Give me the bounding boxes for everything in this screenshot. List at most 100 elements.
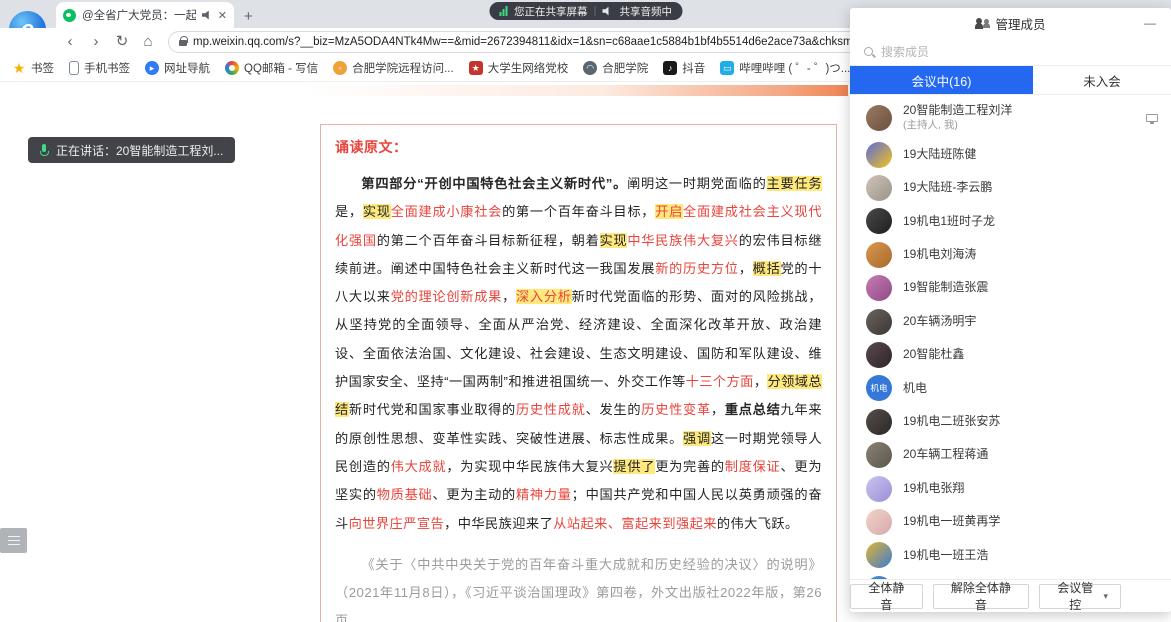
bookmark-favicon-icon: ◦	[333, 61, 347, 75]
url-text: mp.weixin.qq.com/s?__biz=MzA5ODA4NTk4Mw=…	[193, 36, 958, 48]
member-list: 20智能制造工程刘洋(主持人, 我) 19大陆班陈健 19大陆班-李云鹏 19机电1班…	[850, 95, 1171, 579]
search-icon	[864, 47, 873, 56]
member-name-block: 19机电刘海涛	[903, 247, 976, 263]
member-name: 19机电张翔	[903, 481, 964, 497]
unmute-all-button[interactable]: 解除全体静音	[933, 584, 1029, 609]
member-name: 19智能制造张震	[903, 280, 988, 296]
new-tab-button[interactable]: +	[244, 9, 253, 24]
bookmark-item[interactable]: ◦ 合肥学院远程访问...	[333, 60, 454, 76]
member-row[interactable]: 20车辆汤明宇	[850, 305, 1171, 338]
member-row[interactable]: 19机电1班时子龙	[850, 205, 1171, 238]
home-icon[interactable]: ⌂	[136, 30, 160, 54]
avatar	[866, 105, 892, 131]
back-icon[interactable]: ‹	[58, 30, 82, 54]
member-role: (主持人, 我)	[903, 119, 1012, 133]
speaking-toast-text: 正在讲话：20智能制造工程刘...	[56, 142, 223, 159]
member-row[interactable]: 20智能制造工程刘洋(主持人, 我)	[850, 98, 1171, 138]
bookmark-favicon-icon: ♪	[663, 61, 677, 75]
member-name: 20车辆工程蒋通	[903, 447, 988, 463]
member-row[interactable]: 20智能杜鑫	[850, 338, 1171, 371]
bookmark-favicon-icon: ★	[12, 61, 26, 75]
article-body: 第四部分“开创中国特色社会主义新时代”。阐明这一时期党面临的主要任务是，实现全面…	[335, 170, 822, 622]
member-row[interactable]: 19机电二班张安苏	[850, 405, 1171, 438]
member-name: 19机电一班王浩	[903, 548, 988, 564]
forward-icon[interactable]: ›	[84, 30, 108, 54]
signal-bars-icon	[499, 6, 507, 16]
manage-members-panel: 管理成员 — 会议中(16) 未入会 20智能制造工程刘洋(主持人, 我) 19大…	[850, 8, 1171, 612]
member-name-block: 19机电一班黄再学	[903, 514, 1000, 530]
bookmark-label: 抖音	[682, 60, 705, 76]
bookmark-label: QQ邮箱 - 写信	[244, 60, 318, 76]
member-name-block: 20车辆汤明宇	[903, 314, 976, 330]
member-row[interactable]: 19大陆班-李云鹏	[850, 171, 1171, 204]
meeting-controls-button[interactable]: 会议管控 ▾	[1039, 584, 1121, 609]
minimize-icon[interactable]: —	[1137, 8, 1163, 38]
sidebar-toggle-button[interactable]	[0, 528, 27, 553]
member-row[interactable]: 19大陆班陈健	[850, 138, 1171, 171]
bookmark-item[interactable]: ◠合肥学院	[583, 60, 648, 76]
member-name-block: 20智能杜鑫	[903, 347, 964, 363]
article-reading-label: 诵读原文：	[335, 137, 822, 157]
avatar	[866, 409, 892, 435]
lock-icon	[179, 40, 187, 46]
tab-in-meeting[interactable]: 会议中(16)	[850, 66, 1033, 94]
member-row[interactable]: 19机电张翔	[850, 472, 1171, 505]
bookmark-item[interactable]: ♪ 抖音	[663, 60, 705, 76]
member-name-block: 19大陆班陈健	[903, 147, 976, 163]
tab-close-icon[interactable]: ✕	[218, 9, 227, 22]
avatar	[866, 142, 892, 168]
mute-all-button[interactable]: 全体静音	[850, 584, 923, 609]
panel-footer: 全体静音 解除全体静音 会议管控 ▾	[850, 579, 1171, 612]
avatar	[866, 509, 892, 535]
member-name-block: 19机电二班张安苏	[903, 414, 1000, 430]
tab-title: @全省广大党员：一起读原	[82, 7, 196, 23]
panel-tabs: 会议中(16) 未入会	[850, 66, 1171, 95]
avatar	[866, 342, 892, 368]
member-name: 19机电一班黄再学	[903, 514, 1000, 530]
article-box: 诵读原文： 第四部分“开创中国特色社会主义新时代”。阐明这一时期党面临的主要任务…	[320, 124, 837, 622]
tab-not-joined[interactable]: 未入会	[1033, 66, 1171, 94]
member-name: 19机电1班时子龙	[903, 214, 995, 230]
member-row[interactable]: 19智能制造张震	[850, 272, 1171, 305]
member-name-block: 20车辆工程蒋通	[903, 447, 988, 463]
bookmark-favicon-icon: ▭	[720, 61, 734, 75]
member-row[interactable]	[850, 572, 1171, 579]
share-audio-text: 共享音频中	[620, 4, 673, 19]
search-input[interactable]	[881, 45, 1157, 59]
bookmark-label: 合肥学院远程访问...	[352, 60, 454, 76]
microphone-icon	[40, 144, 47, 157]
member-name-block: 机电	[903, 381, 927, 397]
bookmark-item[interactable]: ★书签	[12, 60, 54, 76]
tab-audio-icon[interactable]	[202, 11, 212, 20]
member-row[interactable]: 19机电一班王浩	[850, 539, 1171, 572]
member-name-block: 19机电1班时子龙	[903, 214, 995, 230]
bookmark-favicon-icon: ★	[469, 61, 483, 75]
member-row[interactable]: 20车辆工程蒋通	[850, 439, 1171, 472]
member-name: 20智能杜鑫	[903, 347, 964, 363]
member-row[interactable]: 机电机电	[850, 372, 1171, 405]
member-name-block: 19智能制造张震	[903, 280, 988, 296]
member-name-block: 19大陆班-李云鹏	[903, 180, 992, 196]
bookmark-label: 哔哩哔哩 ( ゜- ゜)つ...	[739, 60, 850, 76]
refresh-icon[interactable]: ↻	[110, 30, 134, 54]
bookmark-item[interactable]: 手机书签	[69, 60, 130, 76]
avatar: 机电	[866, 375, 892, 401]
members-icon	[975, 18, 990, 29]
member-name: 20车辆汤明宇	[903, 314, 976, 330]
bookmark-label: 网址导航	[164, 60, 210, 76]
avatar	[866, 208, 892, 234]
browser-tab[interactable]: @全省广大党员：一起读原 ✕	[56, 2, 234, 28]
avatar	[866, 275, 892, 301]
member-row[interactable]: 19机电一班黄再学	[850, 505, 1171, 538]
bookmark-item[interactable]: ★大学生网络党校	[469, 60, 569, 76]
panel-title: 管理成员	[995, 14, 1045, 33]
member-name-block: 19机电张翔	[903, 481, 964, 497]
screen-share-icon	[1146, 114, 1158, 122]
avatar	[866, 442, 892, 468]
bookmark-item[interactable]: ▸网址导航	[145, 60, 210, 76]
bookmark-item[interactable]: ▭ 哔哩哔哩 ( ゜- ゜)つ...	[720, 60, 850, 76]
speaker-icon	[603, 7, 613, 16]
avatar	[866, 175, 892, 201]
bookmark-item[interactable]: QQ邮箱 - 写信	[225, 60, 318, 76]
member-row[interactable]: 19机电刘海涛	[850, 238, 1171, 271]
